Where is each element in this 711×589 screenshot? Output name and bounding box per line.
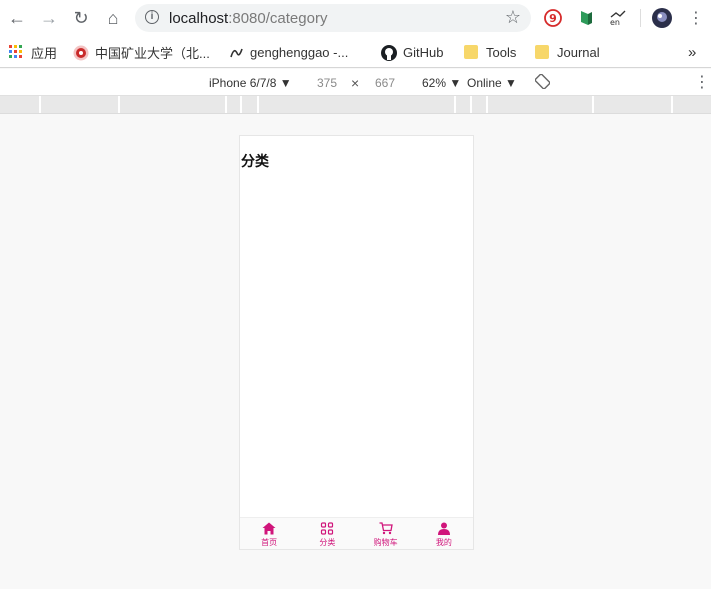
browser-toolbar: ← → ↻ ⌂ i localhost:8080/category ☆ 9 en… [0,0,711,36]
folder-icon [535,45,549,59]
tab-label: 我的 [435,538,452,547]
ruler-marker[interactable] [39,96,41,113]
dropdown-arrow-icon: ▼ [505,76,517,90]
avatar-icon[interactable] [652,8,672,28]
back-button[interactable]: ← [5,6,29,30]
bookmark-journal[interactable]: Journal [535,43,600,61]
page-title: 分类 [241,153,269,169]
tab-home[interactable]: 首页 [240,518,298,549]
address-bar[interactable]: i localhost:8080/category ☆ [135,4,531,32]
toolbar-divider [640,9,641,27]
custom-icon [228,45,243,59]
bookmark-genghenggao[interactable]: genghenggao -... [228,43,348,61]
tab-label: 购物车 [373,538,398,547]
university-icon [73,45,89,61]
category-icon [321,522,334,535]
ext-green-icon[interactable] [576,8,596,28]
bookmark-github[interactable]: GitHub [381,43,443,61]
bookmark-star-icon[interactable]: ☆ [505,7,521,28]
media-query-ruler [0,96,711,114]
reload-button[interactable]: ↻ [69,6,93,30]
bookmark-tools[interactable]: Tools [464,43,516,61]
cart-icon [379,522,393,535]
tab-cart[interactable]: 购物车 [357,518,415,549]
tab-profile[interactable]: 我的 [415,518,473,549]
ext-en-icon[interactable]: en [608,8,628,28]
bookmark-label: genghenggao -... [250,44,349,60]
zoom-label: 62% [422,76,447,90]
forward-button[interactable]: → [37,6,61,30]
dimension-separator: × [351,75,360,91]
url-path: :8080/category [228,10,328,27]
rotate-icon[interactable] [534,73,551,92]
network-label: Online [467,76,502,90]
url-host: localhost [169,10,229,27]
svg-text:9: 9 [549,12,557,25]
device-menu-icon[interactable]: ⋮ [694,72,710,92]
bottom-tab-bar: 首页 分类 购物车 我的 [240,517,473,549]
home-icon [262,522,276,535]
apps-grid-icon [9,45,23,59]
bookmark-label: 中国矿业大学（北... [95,45,210,61]
browser-menu-icon[interactable]: ⋮ [688,8,704,28]
ext-9-icon[interactable]: 9 [543,8,563,28]
svg-text:en: en [610,18,620,27]
bookmark-label: GitHub [403,44,444,60]
tab-category[interactable]: 分类 [298,518,356,549]
device-toolbar: iPhone 6/7/8 ▼ 375 × 667 62% ▼ Online ▼ … [0,69,711,96]
ruler-marker[interactable] [592,96,594,113]
bookmark-label: 应用 [31,45,58,61]
folder-icon [464,45,478,59]
dropdown-arrow-icon: ▼ [279,76,292,90]
bookmark-label: Tools [486,44,517,60]
ruler-marker[interactable] [225,96,227,113]
bookmark-university[interactable]: 中国矿业大学（北... [73,43,210,61]
dropdown-arrow-icon: ▼ [449,76,462,90]
ruler-marker[interactable] [257,96,259,113]
bookmarks-more-button[interactable]: » [688,43,696,61]
device-select[interactable]: iPhone 6/7/8 ▼ [209,76,292,90]
user-icon [437,522,450,535]
device-viewport: 分类 首页 分类 购物车 我的 [239,135,474,550]
github-icon [381,45,397,61]
network-select[interactable]: Online ▼ [467,76,517,90]
ruler-marker[interactable] [240,96,242,113]
home-button[interactable]: ⌂ [101,6,125,30]
ruler-marker[interactable] [454,96,456,113]
info-icon[interactable]: i [145,10,159,24]
ruler-marker[interactable] [470,96,472,113]
url-text[interactable]: localhost:8080/category [169,10,327,27]
ruler-marker[interactable] [486,96,488,113]
tab-label: 分类 [319,538,336,547]
bookmarks-bar: 应用 中国矿业大学（北... genghenggao -... GitHub T… [0,36,711,68]
ruler-marker[interactable] [118,96,120,113]
bookmark-apps[interactable]: 应用 [9,43,57,61]
device-label: iPhone 6/7/8 [209,76,277,90]
zoom-select[interactable]: 62% ▼ [422,76,461,90]
tab-label: 首页 [261,538,278,547]
width-input[interactable]: 375 [317,76,337,90]
ruler-marker[interactable] [671,96,673,113]
bookmark-label: Journal [557,44,600,60]
height-input[interactable]: 667 [375,76,395,90]
